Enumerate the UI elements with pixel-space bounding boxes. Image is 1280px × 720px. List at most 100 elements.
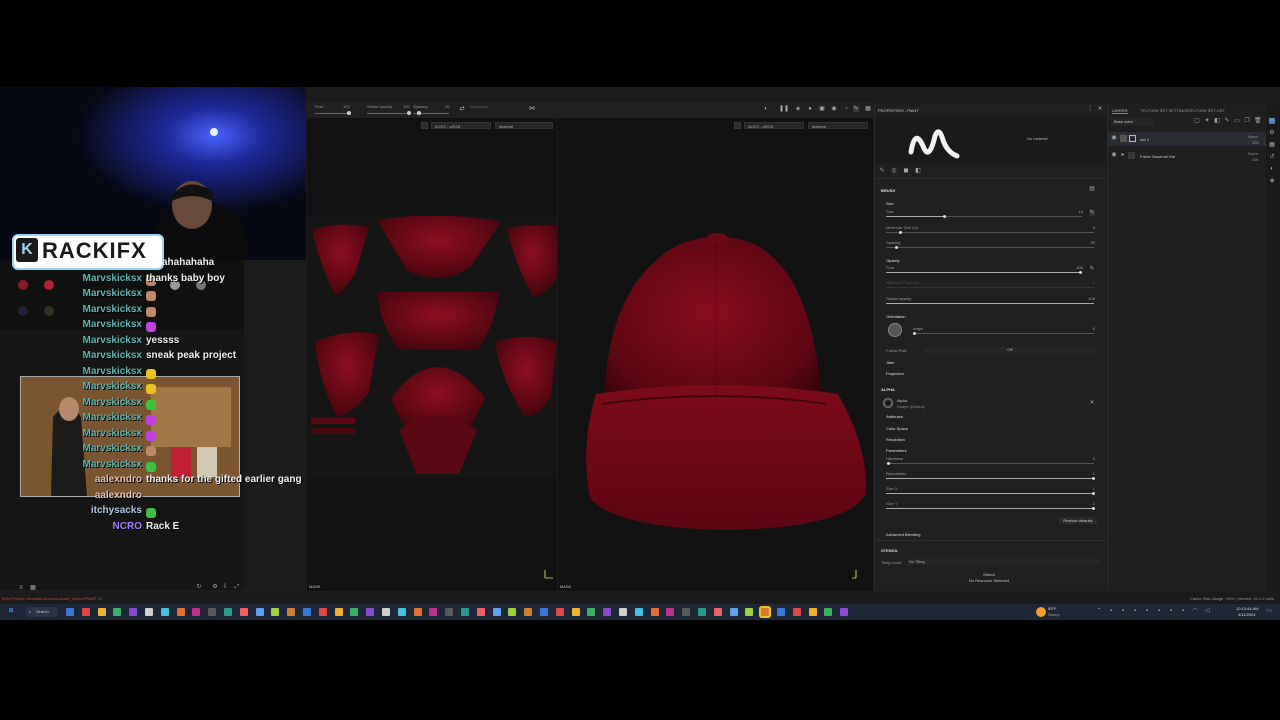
taskbar-app-icon[interactable] [603,608,612,616]
roundness-knob[interactable] [1092,477,1095,480]
status-log-text[interactable]: [Info] Project: threaded Account.space_z… [2,596,103,601]
taskbar-app-icon[interactable] [397,608,406,616]
taskbar-app-icon[interactable] [634,608,643,616]
material-thumbnail[interactable] [18,306,28,316]
taskbar-app-icon[interactable] [318,608,327,616]
uv-canvas[interactable] [307,215,557,478]
tray-icon[interactable]: ▪ [1180,608,1186,614]
properties-close-icon[interactable]: ✕ [1097,106,1103,112]
import-icon[interactable]: ⇩ [222,584,228,590]
wifi-icon[interactable]: ◠ [1192,608,1198,614]
taskbar-app-icon[interactable] [334,608,343,616]
tray-icon[interactable]: ▪ [1156,608,1162,614]
material-tab-icon[interactable]: ◎ [891,168,897,174]
alpha-clear-icon[interactable]: ✕ [1089,400,1095,406]
taskbar-app-icon[interactable] [160,608,169,616]
size-pen-pressure-icon[interactable]: ✎ [1089,210,1095,216]
chat-username[interactable]: Marvskicksx [83,459,143,470]
angle-slider[interactable] [913,333,1094,334]
add-effect-icon[interactable]: ✦ [1204,118,1210,124]
history-dock-icon[interactable]: ↺ [1269,154,1275,160]
3d-viewport-settings-icon[interactable] [734,122,741,129]
tray-icon[interactable]: ▪ [1144,608,1150,614]
taskbar-app-icon[interactable] [492,608,501,616]
layer-blend[interactable]: Norm [1248,151,1258,156]
tab-texture-set-settings[interactable]: TEXTURE SET SETTINGS [1140,108,1189,113]
taskbar-app-icon[interactable] [208,608,217,616]
volume-icon[interactable]: ◁ [1204,608,1210,614]
stroke-opacity-slider[interactable] [367,113,411,114]
add-fill-layer-icon[interactable]: ◧ [1214,118,1220,124]
color-space-section[interactable]: Color Space [886,426,908,431]
stroke-opacity-prop-slider[interactable] [886,303,1094,304]
taskbar-app-icon[interactable] [145,608,153,616]
tray-icon[interactable]: ▪ [1168,608,1174,614]
hardness-value[interactable]: 0 [1075,456,1095,461]
spacing-prop-value[interactable]: 20 [1075,240,1095,245]
min-size-slider[interactable] [886,232,1094,233]
taskbar-app-icon[interactable] [808,608,817,616]
taskbar-app-icon[interactable] [524,608,533,616]
display-settings-dock-icon[interactable]: ◐ [1269,166,1275,172]
layer-row[interactable]: ◉ ▸ Fabric Baseball Hat Norm 100 [1108,148,1266,164]
taskbar-app-icon[interactable] [745,608,754,616]
min-flow-slider[interactable] [886,287,1094,288]
layer-opacity[interactable]: 100 [1252,140,1259,145]
chat-username[interactable]: Marvskicksx [83,350,143,361]
spacing-prop-slider[interactable] [886,247,1094,248]
tray-icon[interactable]: ▪ [1108,608,1114,614]
taskbar-app-icon[interactable] [698,608,706,616]
taskbar-app-icon[interactable] [571,608,580,616]
weather-desc[interactable]: Sunny [1048,612,1059,617]
add-mask-icon[interactable]: ▢ [1194,118,1200,124]
tray-chevron-icon[interactable]: ⌃ [1096,608,1102,614]
taskbar-app-icon[interactable] [540,608,548,616]
clock-time[interactable]: 10:13:44 AM [1236,606,1258,611]
render-mode-icon[interactable]: ◈ [795,106,801,112]
expand-icon[interactable]: ⤢ [234,584,240,590]
taskbar-app-icon[interactable] [761,608,770,616]
taskbar-app-icon[interactable] [255,608,264,616]
taskbar-app-icon[interactable] [224,608,232,616]
taskbar-app-icon[interactable] [729,608,738,616]
min-size-knob[interactable] [899,231,902,234]
chat-username[interactable]: Marvskicksx [83,412,143,423]
windows-start-icon[interactable]: ⊞ [8,608,14,614]
chat-username[interactable]: Marvskicksx [83,304,143,315]
material-thumbnail[interactable] [18,280,28,290]
video-icon[interactable]: ▣ [819,106,825,112]
roundness-slider[interactable] [886,478,1094,479]
chat-username[interactable]: Marvskicksx [83,381,143,392]
taskbar-app-icon[interactable] [824,608,833,616]
uv-mode-select[interactable]: Material [495,122,553,129]
alpha-tab-icon[interactable]: ◼ [903,168,909,174]
roundness-value[interactable]: 1 [1075,471,1095,476]
taskbar-app-icon[interactable] [508,608,517,616]
taskbar-app-icon[interactable] [476,608,485,616]
chat-username[interactable]: Marvskicksx [83,319,143,330]
shelf-dock-icon[interactable]: ▦ [1269,142,1275,148]
taskbar-app-icon[interactable] [650,608,659,616]
delete-layer-icon[interactable]: 🗑 [1254,118,1262,124]
chat-username[interactable]: Marvskicksx [83,428,143,439]
tab-layers[interactable]: LAYERS [1112,108,1128,114]
size-y-slider[interactable] [886,508,1094,509]
size-y-knob[interactable] [1092,507,1095,510]
size-value[interactable]: 10 [1063,209,1083,214]
taskbar-app-icon[interactable] [192,608,201,616]
chat-username[interactable]: Marvskicksx [83,397,143,408]
3d-viewport[interactable]: ACES - sRGB Material MASK [558,118,873,591]
chat-username[interactable]: Marvskicksx [83,288,143,299]
chat-username[interactable]: Marvskicksx [83,273,143,284]
refresh-icon[interactable]: ↻ [196,584,202,590]
taskbar-app-icon[interactable] [413,608,422,616]
restore-defaults-button[interactable]: Restore defaults [1059,517,1097,524]
pause-icon[interactable]: ❚❚ [779,106,789,112]
size-y-value[interactable]: 1 [1075,501,1095,506]
flow-prop-slider[interactable] [886,272,1082,273]
brush-tab-icon[interactable]: ✎ [879,168,885,174]
tray-icon[interactable]: ▪ [1132,608,1138,614]
taskbar-app-icon[interactable] [303,608,311,616]
taskbar-app-icon[interactable] [350,608,359,616]
taskbar-app-icon[interactable] [239,608,248,616]
